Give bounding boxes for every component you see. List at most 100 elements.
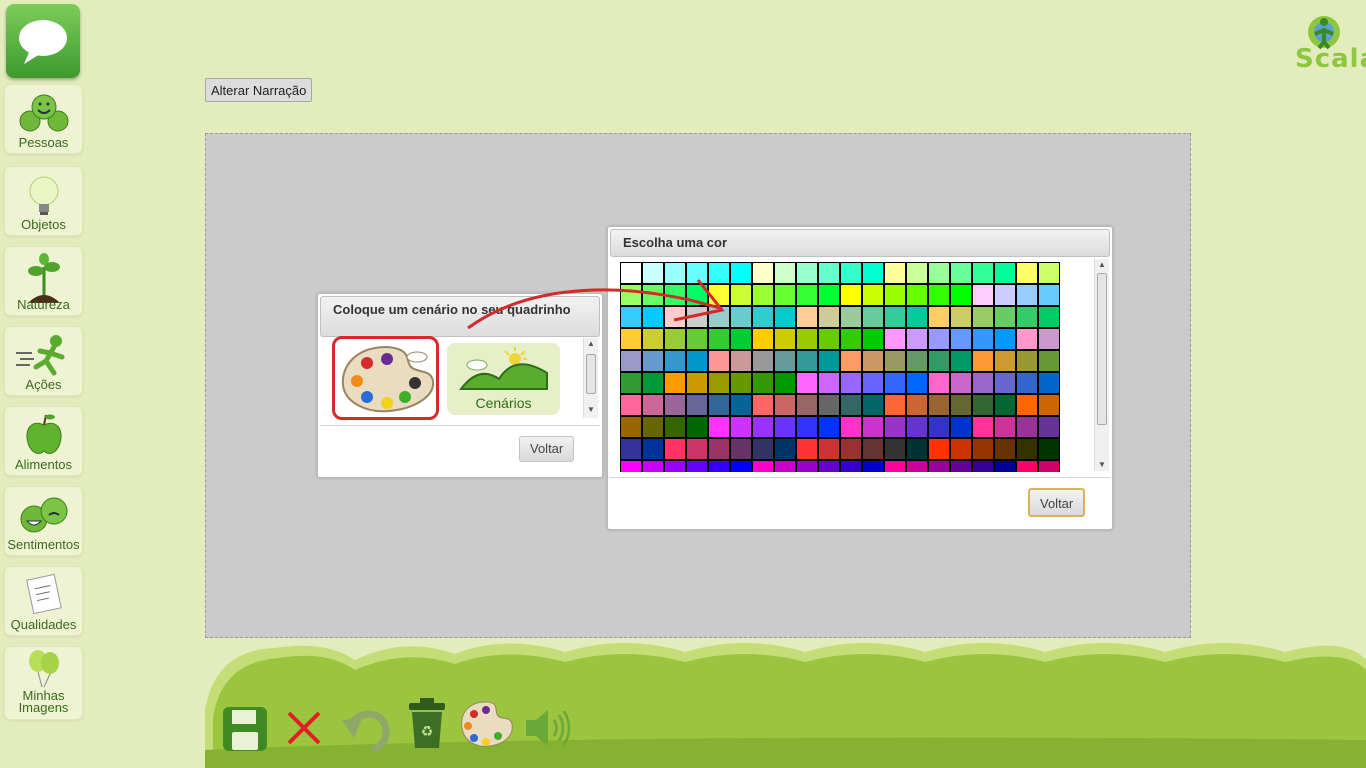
color-swatch[interactable] <box>928 350 950 372</box>
color-swatch[interactable] <box>862 306 884 328</box>
scroll-up-icon[interactable]: ▲ <box>584 338 598 350</box>
color-swatch[interactable] <box>818 284 840 306</box>
color-swatch[interactable] <box>862 372 884 394</box>
color-swatch[interactable] <box>642 328 664 350</box>
color-swatch[interactable] <box>994 262 1016 284</box>
color-swatch[interactable] <box>774 416 796 438</box>
color-swatch[interactable] <box>1038 306 1060 328</box>
color-swatch[interactable] <box>1016 372 1038 394</box>
color-swatch[interactable] <box>796 416 818 438</box>
color-swatch[interactable] <box>950 306 972 328</box>
alterar-narracao-button[interactable]: Alterar Narração <box>205 78 313 102</box>
color-swatch[interactable] <box>950 394 972 416</box>
color-swatch[interactable] <box>972 328 994 350</box>
color-swatch[interactable] <box>862 350 884 372</box>
color-swatch[interactable] <box>972 416 994 438</box>
color-swatch[interactable] <box>1016 306 1038 328</box>
color-swatch[interactable] <box>642 284 664 306</box>
color-swatch[interactable] <box>664 284 686 306</box>
color-swatch[interactable] <box>994 306 1016 328</box>
color-swatch[interactable] <box>818 328 840 350</box>
color-swatch[interactable] <box>1016 328 1038 350</box>
color-swatch[interactable] <box>730 350 752 372</box>
color-swatch[interactable] <box>994 284 1016 306</box>
color-swatch[interactable] <box>774 394 796 416</box>
color-swatch[interactable] <box>686 416 708 438</box>
color-swatch[interactable] <box>950 328 972 350</box>
cenarios-option[interactable]: Cenários <box>447 343 560 415</box>
color-swatch[interactable] <box>752 372 774 394</box>
color-swatch[interactable] <box>664 262 686 284</box>
color-swatch[interactable] <box>774 306 796 328</box>
color-swatch[interactable] <box>1038 284 1060 306</box>
color-swatch[interactable] <box>686 372 708 394</box>
color-swatch[interactable] <box>686 460 708 472</box>
palette-icon[interactable] <box>458 698 514 750</box>
color-swatch[interactable] <box>840 284 862 306</box>
color-swatch[interactable] <box>1016 284 1038 306</box>
color-swatch[interactable] <box>928 394 950 416</box>
sidebar-item-minhas-imagens[interactable]: Minhas Imagens <box>4 646 83 720</box>
close-icon[interactable] <box>286 710 322 746</box>
color-swatch[interactable] <box>972 306 994 328</box>
scroll-thumb[interactable] <box>586 354 596 394</box>
color-swatch[interactable] <box>1038 416 1060 438</box>
color-swatch[interactable] <box>1038 460 1060 472</box>
color-swatch[interactable] <box>664 438 686 460</box>
color-swatch[interactable] <box>972 460 994 472</box>
color-swatch[interactable] <box>818 438 840 460</box>
color-swatch[interactable] <box>950 284 972 306</box>
color-swatch[interactable] <box>818 394 840 416</box>
color-swatch[interactable] <box>840 372 862 394</box>
speaker-icon[interactable] <box>524 706 570 750</box>
color-swatch[interactable] <box>1038 372 1060 394</box>
color-swatch[interactable] <box>708 306 730 328</box>
color-swatch[interactable] <box>774 284 796 306</box>
color-swatch[interactable] <box>950 262 972 284</box>
color-swatch[interactable] <box>686 306 708 328</box>
color-swatch[interactable] <box>796 262 818 284</box>
color-swatch[interactable] <box>928 460 950 472</box>
color-swatch[interactable] <box>642 306 664 328</box>
color-swatch[interactable] <box>620 284 642 306</box>
scroll-down-icon[interactable]: ▼ <box>584 404 598 416</box>
color-swatch[interactable] <box>796 328 818 350</box>
color-swatch[interactable] <box>840 394 862 416</box>
color-swatch[interactable] <box>862 394 884 416</box>
color-swatch[interactable] <box>950 416 972 438</box>
sidebar-item-objetos[interactable]: Objetos <box>4 166 83 236</box>
color-swatch[interactable] <box>884 328 906 350</box>
color-swatch[interactable] <box>906 372 928 394</box>
color-swatch[interactable] <box>906 350 928 372</box>
color-swatch[interactable] <box>928 416 950 438</box>
color-swatch[interactable] <box>642 438 664 460</box>
color-swatch[interactable] <box>884 460 906 472</box>
color-swatch[interactable] <box>994 394 1016 416</box>
color-swatch[interactable] <box>620 394 642 416</box>
color-swatch[interactable] <box>730 438 752 460</box>
color-swatch[interactable] <box>972 350 994 372</box>
color-swatch[interactable] <box>840 438 862 460</box>
color-swatch[interactable] <box>884 262 906 284</box>
color-swatch[interactable] <box>1016 416 1038 438</box>
color-swatch[interactable] <box>620 372 642 394</box>
color-swatch[interactable] <box>950 438 972 460</box>
color-swatch[interactable] <box>862 460 884 472</box>
color-swatch[interactable] <box>950 350 972 372</box>
color-swatch[interactable] <box>708 416 730 438</box>
color-swatch[interactable] <box>642 350 664 372</box>
color-swatch[interactable] <box>840 262 862 284</box>
color-swatch[interactable] <box>730 262 752 284</box>
color-swatch[interactable] <box>752 416 774 438</box>
color-swatch[interactable] <box>664 306 686 328</box>
color-swatch[interactable] <box>620 328 642 350</box>
color-swatch[interactable] <box>972 262 994 284</box>
color-swatch[interactable] <box>708 328 730 350</box>
color-swatch[interactable] <box>884 394 906 416</box>
scroll-down-icon[interactable]: ▼ <box>1095 459 1109 471</box>
color-swatch[interactable] <box>1016 262 1038 284</box>
color-swatch[interactable] <box>972 438 994 460</box>
sidebar-item-qualidades[interactable]: Qualidades <box>4 566 83 636</box>
color-swatch[interactable] <box>620 350 642 372</box>
color-swatch[interactable] <box>774 372 796 394</box>
